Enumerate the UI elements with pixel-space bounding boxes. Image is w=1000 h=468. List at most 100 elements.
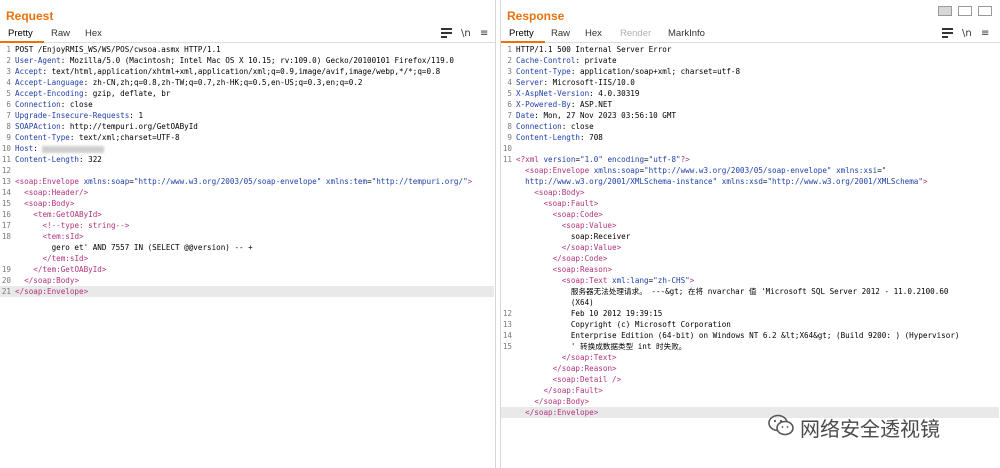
line-text: 服务器无法处理请求。 ---&gt; 在将 nvarchar 值 'Micros… bbox=[516, 286, 949, 297]
code-line: </soap:Fault> bbox=[501, 385, 999, 396]
request-tab-raw[interactable]: Raw bbox=[51, 28, 70, 39]
code-token: HTTP/1.1 500 Internal Server Error bbox=[516, 45, 672, 54]
code-token: " bbox=[881, 166, 887, 175]
line-text: <soap:Envelope xmlns:soap="http://www.w3… bbox=[516, 165, 886, 176]
code-token: "http://www.w3.org/2001/XMLSchema" bbox=[767, 177, 923, 186]
code-token: <soap:Envelope bbox=[15, 177, 84, 186]
menu-icon[interactable]: ≡ bbox=[480, 28, 488, 39]
code-token: Upgrade-Insecure-Requests bbox=[15, 111, 130, 120]
wrap-icon[interactable] bbox=[942, 28, 953, 41]
code-token: 服务器无法处理请求。 ---&gt; 在将 nvarchar 值 'Micros… bbox=[516, 287, 949, 296]
response-tab-pretty[interactable]: Pretty bbox=[509, 28, 534, 39]
code-token: Connection bbox=[516, 122, 562, 131]
line-number: 10 bbox=[502, 144, 512, 153]
response-tab-render: Render bbox=[620, 28, 652, 39]
code-token: <soap:Detail /> bbox=[552, 375, 622, 384]
code-token: : 322 bbox=[79, 155, 102, 164]
response-editor[interactable]: 1 HTTP/1.1 500 Internal Server Error 2 Cach… bbox=[501, 44, 1000, 468]
line-text: </soap:Fault> bbox=[516, 385, 602, 396]
line-number: 13 bbox=[1, 177, 11, 186]
code-token: Accept-Encoding bbox=[15, 89, 84, 98]
response-tabbar: Pretty Raw Hex Render MarkInfo \n ≡ bbox=[501, 26, 1000, 43]
layout-columns-icon[interactable] bbox=[938, 6, 952, 16]
code-line: 19 </tem:GetOAById> bbox=[0, 264, 494, 275]
request-tab-hex[interactable]: Hex bbox=[85, 28, 102, 39]
line-number: 12 bbox=[1, 166, 11, 175]
code-line: 2 User-Agent: Mozilla/5.0 (Macintosh; Int… bbox=[0, 55, 494, 66]
line-number: 5 bbox=[6, 89, 11, 98]
line-text: Connection: close bbox=[516, 121, 594, 132]
code-token: : bbox=[33, 144, 43, 153]
code-token: : gzip, deflate, br bbox=[83, 89, 171, 98]
line-number: 15 bbox=[502, 342, 512, 351]
code-token: Feb 10 2012 19:39:15 bbox=[516, 309, 663, 318]
request-title: Request bbox=[6, 9, 54, 23]
request-editor[interactable]: 1 POST /EnjoyRMIS_WS/WS/POS/cwsoa.asmx HT… bbox=[0, 44, 495, 468]
line-text: Content-Length: 322 bbox=[15, 154, 102, 165]
line-text: <soap:Fault> bbox=[516, 198, 598, 209]
code-line: 6 X-Powered-By: ASP.NET bbox=[501, 99, 999, 110]
line-text: Content-Type: text/xml;charset=UTF-8 bbox=[15, 132, 180, 143]
line-text: </tem:GetOAById> bbox=[15, 264, 106, 275]
layout-rows-icon[interactable] bbox=[958, 6, 972, 16]
line-text: Accept: text/html,application/xhtml+xml,… bbox=[15, 66, 440, 77]
code-token: : 1 bbox=[129, 111, 144, 120]
code-line: </tem:sId> bbox=[0, 253, 494, 264]
code-line: </soap:Text> bbox=[501, 352, 999, 363]
line-text: Host: bbox=[15, 143, 105, 154]
redacted-value bbox=[42, 145, 105, 153]
line-text: X-AspNet-Version: 4.0.30319 bbox=[516, 88, 639, 99]
newline-icon[interactable]: \n bbox=[962, 28, 972, 39]
wrap-icon[interactable] bbox=[441, 28, 452, 41]
line-text: <soap:Reason> bbox=[516, 264, 612, 275]
code-token: <soap:Code> bbox=[552, 210, 603, 219]
code-token: </soap:Reason> bbox=[552, 364, 617, 373]
code-line: 4 Server: Microsoft-IIS/10.0 bbox=[501, 77, 999, 88]
code-token: <!--type: string--> bbox=[42, 221, 130, 230]
code-line: <soap:Reason> bbox=[501, 264, 999, 275]
response-tab-hex[interactable]: Hex bbox=[585, 28, 602, 39]
code-token: </tem:sId> bbox=[42, 254, 89, 263]
line-text: <soap:Detail /> bbox=[516, 374, 622, 385]
line-number: 3 bbox=[507, 67, 512, 76]
line-number: 19 bbox=[1, 265, 11, 274]
code-line: 14 Enterprise Edition (64-bit) on Window… bbox=[501, 330, 999, 341]
code-token: xmlns:soap bbox=[593, 166, 640, 175]
code-line: 17 <!--type: string--> bbox=[0, 220, 494, 231]
line-number: 5 bbox=[507, 89, 512, 98]
code-token: </soap:Code> bbox=[552, 254, 608, 263]
response-tab-markinfo[interactable]: MarkInfo bbox=[668, 28, 705, 39]
code-token: SOAPAction bbox=[15, 122, 61, 131]
code-line: 2 Cache-Control: private bbox=[501, 55, 999, 66]
code-line: 11 Content-Length: 322 bbox=[0, 154, 494, 165]
line-number: 9 bbox=[507, 133, 512, 142]
code-token: > bbox=[922, 177, 928, 186]
line-number: 12 bbox=[502, 309, 512, 318]
code-line: 10 Host: bbox=[0, 143, 494, 154]
request-tab-pretty[interactable]: Pretty bbox=[8, 28, 33, 39]
layout-tabs-icon[interactable] bbox=[978, 6, 992, 16]
code-line: gero et' AND 7557 IN (SELECT @@version) … bbox=[0, 242, 494, 253]
code-line: </soap:Code> bbox=[501, 253, 999, 264]
code-line: </soap:Body> bbox=[501, 396, 999, 407]
menu-icon[interactable]: ≡ bbox=[981, 28, 989, 39]
line-number: 7 bbox=[507, 111, 512, 120]
line-number: 16 bbox=[1, 210, 11, 219]
response-tab-raw[interactable]: Raw bbox=[551, 28, 570, 39]
newline-icon[interactable]: \n bbox=[461, 28, 471, 39]
line-number: 13 bbox=[502, 320, 512, 329]
code-token: Connection bbox=[15, 100, 61, 109]
layout-icons bbox=[938, 6, 994, 18]
line-number: 8 bbox=[6, 122, 11, 131]
line-text: Cache-Control: private bbox=[516, 55, 617, 66]
code-line: <soap:Fault> bbox=[501, 198, 999, 209]
code-token: <tem:sId> bbox=[42, 232, 84, 241]
line-text: <soap:Code> bbox=[516, 209, 603, 220]
line-number: 10 bbox=[1, 144, 11, 153]
line-number: 21 bbox=[1, 287, 11, 296]
code-line: 3 Content-Type: application/soap+xml; cha… bbox=[501, 66, 999, 77]
line-text: <soap:Envelope xmlns:soap="http://www.w3… bbox=[15, 176, 472, 187]
line-text: </soap:Reason> bbox=[516, 363, 617, 374]
